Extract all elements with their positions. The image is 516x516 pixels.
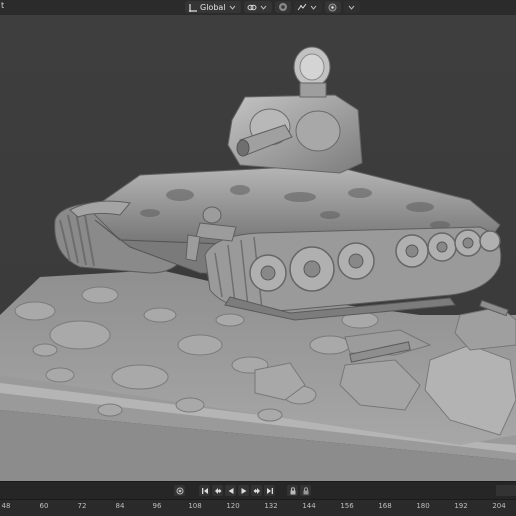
3d-viewport[interactable] [0, 15, 516, 481]
timeline-tick: 168 [378, 502, 392, 510]
timeline-tick: 72 [77, 502, 87, 510]
viewport-header: t Global [0, 0, 516, 16]
keying-lock-button[interactable] [287, 485, 298, 496]
prev-keyframe-icon [214, 487, 222, 495]
play-reverse-button[interactable] [225, 485, 236, 496]
jump-start-button[interactable] [199, 485, 210, 496]
timeline-tick: 204 [492, 502, 506, 510]
transform-orientation-dropdown[interactable]: Global [185, 1, 241, 13]
timeline-tick: 180 [416, 502, 430, 510]
snap-target-dropdown[interactable] [293, 1, 322, 13]
blender-window: t Global 48 60 72 84 96 108 120 132 144 … [0, 0, 516, 516]
jump-end-icon [266, 487, 274, 495]
chevron-down-icon [259, 2, 269, 12]
chevron-down-icon [228, 2, 238, 12]
timeline-tick: 132 [264, 502, 278, 510]
timeline-tick: 48 [1, 502, 11, 510]
timeline-tick: 84 [115, 502, 125, 510]
tank-diorama-model [0, 15, 516, 481]
timeline-tick: 120 [226, 502, 240, 510]
timeline-ruler[interactable]: 48 60 72 84 96 108 120 132 144 156 168 1… [0, 499, 516, 516]
snap-toggle[interactable] [274, 1, 291, 13]
timeline-tick: 192 [454, 502, 468, 510]
timeline-tick: 60 [39, 502, 49, 510]
snap-magnet-icon [278, 2, 288, 12]
play-reverse-icon [227, 487, 235, 495]
prev-keyframe-button[interactable] [212, 485, 223, 496]
next-keyframe-button[interactable] [251, 485, 262, 496]
record-icon [176, 487, 184, 495]
jump-end-button[interactable] [264, 485, 275, 496]
playback-controls [174, 485, 311, 496]
play-icon [240, 487, 248, 495]
next-keyframe-icon [253, 487, 261, 495]
keying-set-button[interactable] [300, 485, 311, 496]
dot-circle-icon [328, 2, 338, 12]
transform-orientation-label: Global [200, 2, 226, 12]
frame-field[interactable] [496, 485, 516, 496]
transform-orientation-icon [188, 2, 198, 12]
play-button[interactable] [238, 485, 249, 496]
timeline-tick: 144 [302, 502, 316, 510]
proportional-edit-icon [297, 2, 307, 12]
timeline-tick: 156 [340, 502, 354, 510]
keying-set-icon [302, 486, 310, 495]
lock-icon [289, 486, 297, 495]
overlay-toggle[interactable] [324, 1, 341, 13]
chevron-down-icon [309, 2, 319, 12]
jump-start-icon [201, 487, 209, 495]
pivot-point-dropdown[interactable] [243, 1, 272, 13]
record-button[interactable] [174, 485, 185, 496]
playback-bar [0, 481, 516, 500]
timeline-tick: 96 [152, 502, 162, 510]
link-icon [247, 2, 257, 12]
header-truncated-label: t [1, 1, 5, 10]
transform-orientation-group: Global [185, 1, 360, 13]
overlay-options-dropdown[interactable] [343, 1, 360, 13]
timeline-tick: 108 [188, 502, 202, 510]
chevron-down-icon [347, 2, 357, 12]
